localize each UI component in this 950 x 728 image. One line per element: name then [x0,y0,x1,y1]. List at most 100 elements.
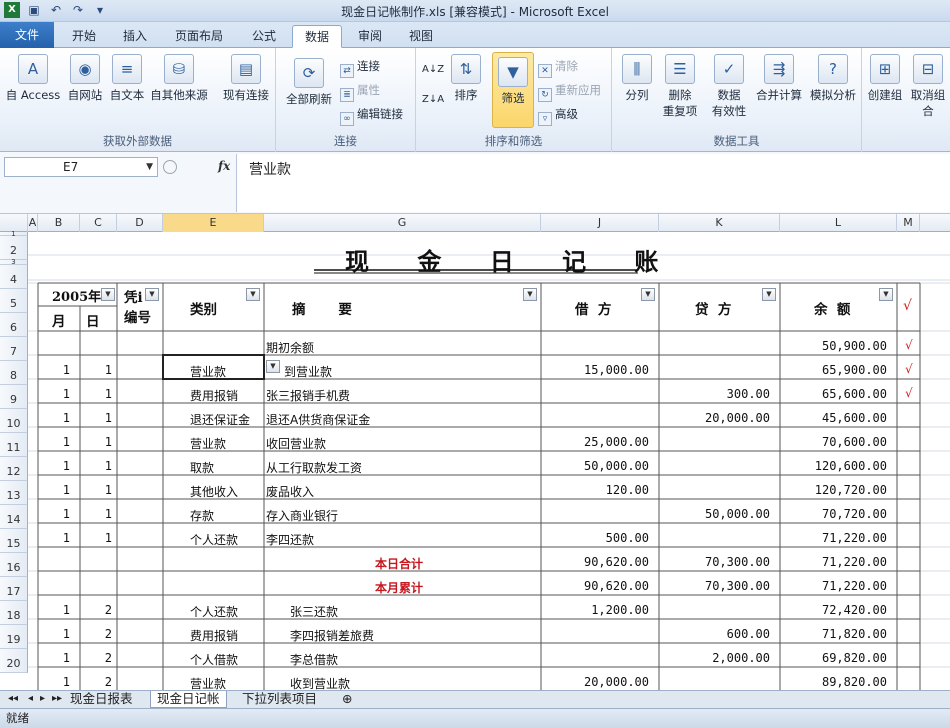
row-header-16[interactable]: 16 [0,553,28,577]
cell-summary[interactable]: 收回营业款 [266,435,326,452]
connections-button[interactable]: ⇄ 连接 [340,58,380,78]
tab-data[interactable]: 数据 [292,25,342,48]
cell-summary[interactable]: 张三报销手机费 [266,387,350,404]
cell-summary[interactable]: 从工行取款发工资 [266,459,362,476]
cell-debit[interactable]: 120.00 [541,483,649,497]
cell-month[interactable]: 1 [38,363,70,377]
cell-credit[interactable]: 2,000.00 [659,651,770,665]
cell-day[interactable]: 1 [80,531,112,545]
sort-button[interactable]: ⇅ 排序 [446,54,486,103]
cell-summary[interactable]: 废品收入 [266,483,314,500]
cell-subtotal-label[interactable]: 本日合计 [375,555,423,572]
row-header-2[interactable]: 2 [0,236,28,260]
cell-summary[interactable]: 存入商业银行 [266,507,338,524]
cell-debit[interactable]: 50,000.00 [541,459,649,473]
column-header-k[interactable]: K [659,214,780,232]
tab-insert[interactable]: 插入 [112,25,158,48]
column-header-l[interactable]: L [780,214,897,232]
cell-check[interactable]: √ [905,362,913,376]
tab-page-layout[interactable]: 页面布局 [162,25,236,48]
cell-balance[interactable]: 71,220.00 [780,531,887,545]
cell-category[interactable]: 存款 [190,507,214,524]
cell-balance[interactable]: 71,220.00 [780,555,887,569]
sheet-tab-dropdown-items[interactable]: 下拉列表项目 [236,691,323,708]
cell-month[interactable]: 1 [38,531,70,545]
cell-summary[interactable]: 期初余额 [266,339,314,356]
cell-day[interactable]: 2 [80,627,112,641]
cell-summary[interactable]: 到营业款 [284,363,332,380]
cell-summary[interactable]: 张三还款 [290,603,338,620]
row-header-20[interactable]: 20 [0,649,28,673]
filter-dropdown-icon[interactable]: ▼ [879,288,893,301]
cell-debit[interactable]: 15,000.00 [541,363,649,377]
column-header-m[interactable]: M [897,214,920,232]
cell-month[interactable]: 1 [38,459,70,473]
row-header-10[interactable]: 10 [0,409,28,433]
cell-balance[interactable]: 71,220.00 [780,579,887,593]
cell-summary[interactable]: 李四报销差旅费 [290,627,374,644]
cell-summary[interactable]: 退还A供货商保证金 [266,411,370,428]
row-header-7[interactable]: 7 [0,337,28,361]
tab-review[interactable]: 审阅 [346,25,394,48]
cell-balance[interactable]: 65,600.00 [780,387,887,401]
ungroup-button[interactable]: ⊟ 取消组合 [906,54,950,119]
consolidate-button[interactable]: ⇶ 合并计算 [752,54,806,103]
sheet-tab-cash-journal[interactable]: 现金日记帐 [150,691,227,708]
cell-debit[interactable]: 1,200.00 [541,603,649,617]
row-header-6[interactable]: 6 [0,313,28,337]
cell-debit[interactable]: 20,000.00 [541,675,649,689]
sheet-nav-first-icon[interactable]: ◂◂ [2,691,24,708]
filter-dropdown-icon[interactable]: ▼ [145,288,159,301]
filter-dropdown-icon[interactable]: ▼ [523,288,537,301]
worksheet-grid[interactable]: A B C D E G J K L M 1 2 3 4 5 6 7 8 9 10 11 12 13 14 1… [0,214,950,690]
group-button[interactable]: ⊞ 创建组 [864,54,906,103]
filter-button[interactable]: ▼ 筛选 [492,52,534,128]
cell-month[interactable]: 1 [38,483,70,497]
row-header-11[interactable]: 11 [0,433,28,457]
cell-category[interactable]: 个人还款 [190,603,238,620]
cell-balance[interactable]: 65,900.00 [780,363,887,377]
cell-month[interactable]: 1 [38,675,70,689]
properties-button[interactable]: ≣ 属性 [340,82,380,102]
cell-debit[interactable]: 25,000.00 [541,435,649,449]
cell-credit[interactable]: 50,000.00 [659,507,770,521]
row-header-15[interactable]: 15 [0,529,28,553]
insert-function-icon[interactable]: fx [218,159,230,173]
from-other-sources-button[interactable]: ⛁ 自其他来源 [148,54,210,103]
from-web-button[interactable]: ◉ 自网站 [64,54,106,103]
refresh-all-button[interactable]: ⟳ 全部刷新 [282,58,336,107]
cell-month[interactable]: 1 [38,627,70,641]
cell-balance[interactable]: 70,720.00 [780,507,887,521]
row-header-5[interactable]: 5 [0,289,28,313]
cell-day[interactable]: 1 [80,507,112,521]
cell-category[interactable]: 个人还款 [190,531,238,548]
cell-balance[interactable]: 50,900.00 [780,339,887,353]
row-header-18[interactable]: 18 [0,601,28,625]
cell-check[interactable]: √ [905,338,913,352]
cell-day[interactable]: 2 [80,603,112,617]
data-validation-button[interactable]: ✓ 数据 有效性 [704,54,754,119]
cell-month[interactable]: 1 [38,387,70,401]
cell-debit[interactable]: 90,620.00 [541,579,649,593]
cell-balance[interactable]: 89,820.00 [780,675,887,689]
cell-credit[interactable]: 20,000.00 [659,411,770,425]
cell-credit[interactable]: 70,300.00 [659,579,770,593]
cell-balance[interactable]: 120,720.00 [780,483,887,497]
column-header-g[interactable]: G [264,214,541,232]
filter-dropdown-icon[interactable]: ▼ [101,288,115,301]
cell-balance[interactable]: 72,420.00 [780,603,887,617]
column-header-a[interactable]: A [28,214,38,232]
cell-debit[interactable]: 500.00 [541,531,649,545]
row-header-4[interactable]: 4 [0,265,28,289]
cell-category[interactable]: 费用报销 [190,627,238,644]
cell-category[interactable]: 营业款 [190,363,226,380]
cell-credit[interactable]: 70,300.00 [659,555,770,569]
cell-day[interactable]: 1 [80,483,112,497]
cell-month[interactable]: 1 [38,411,70,425]
sort-az-button[interactable]: A↓Z [422,64,444,75]
tab-view[interactable]: 视图 [398,25,444,48]
cell-category[interactable]: 个人借款 [190,651,238,668]
cell-summary[interactable]: 李总借款 [290,651,338,668]
filter-dropdown-icon[interactable]: ▼ [762,288,776,301]
chevron-down-icon[interactable]: ▼ [146,158,153,176]
